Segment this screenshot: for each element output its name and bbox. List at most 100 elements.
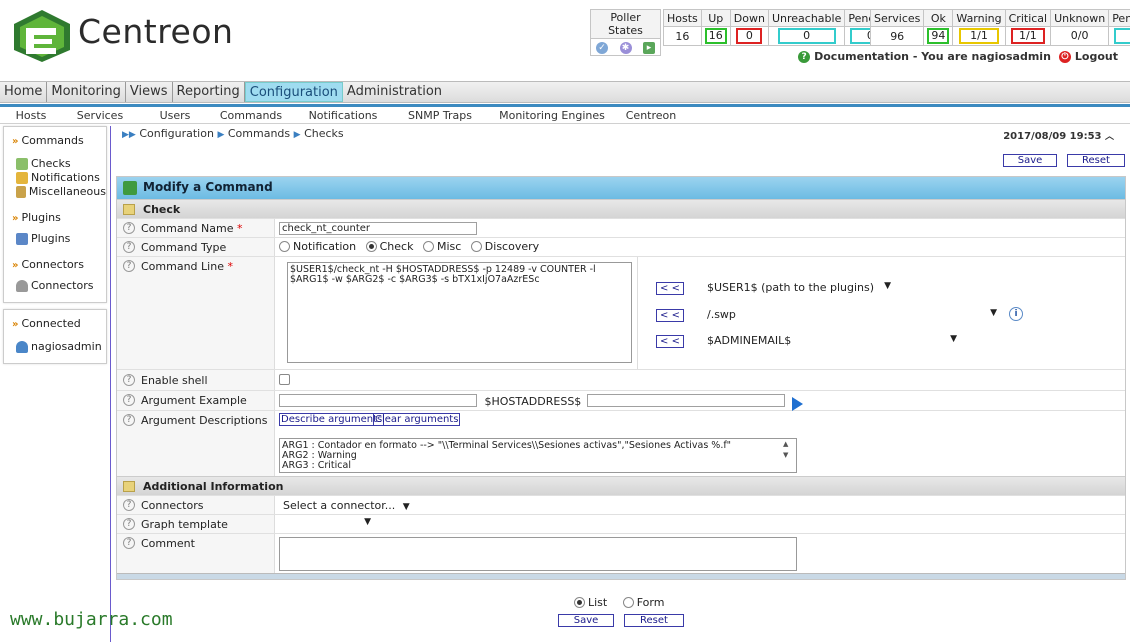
- menu-configuration[interactable]: Configuration: [244, 82, 343, 102]
- left-item-connectors[interactable]: Connectors: [4, 278, 106, 292]
- submenu-users[interactable]: Users: [144, 108, 206, 123]
- breadcrumb-configuration[interactable]: Configuration: [139, 127, 214, 140]
- help-icon[interactable]: ?: [123, 537, 135, 549]
- form-footer-bar: [117, 573, 1125, 579]
- graph-template-select[interactable]: ▼: [279, 517, 373, 531]
- user-line: ? Documentation - You are nagiosadmin ⏻ …: [798, 50, 1118, 63]
- reset-button-bottom[interactable]: Reset: [624, 614, 684, 627]
- critical-header[interactable]: Critical: [1004, 9, 1052, 27]
- help-icon[interactable]: ?: [123, 518, 135, 530]
- help-icon[interactable]: ?: [123, 414, 135, 426]
- reset-button-top[interactable]: Reset: [1067, 154, 1125, 167]
- help-icon[interactable]: ?: [123, 241, 135, 253]
- services-unknown[interactable]: 0/0: [1060, 28, 1100, 44]
- services-warning[interactable]: 1/1: [959, 28, 999, 44]
- command-name-input[interactable]: check_nt_counter: [279, 222, 477, 235]
- up-header[interactable]: Up: [700, 9, 731, 27]
- breadcrumb-checks[interactable]: Checks: [304, 127, 344, 140]
- left-item-miscellaneous[interactable]: Miscellaneous: [4, 184, 106, 198]
- play-icon[interactable]: [792, 397, 804, 411]
- ok-header[interactable]: Ok: [923, 9, 954, 27]
- menu-monitoring[interactable]: Monitoring: [47, 82, 126, 102]
- argument-descriptions-textarea[interactable]: ARG1 : Contador en formato --> "\\Termin…: [279, 438, 797, 473]
- command-form: Modify a Command Check ? Command Name * c…: [116, 176, 1126, 580]
- down-header[interactable]: Down: [729, 9, 769, 27]
- help-icon[interactable]: ?: [123, 222, 135, 234]
- radio-list[interactable]: [574, 597, 585, 608]
- poller-latency-icon[interactable]: ▸: [643, 42, 655, 54]
- menu-views[interactable]: Views: [126, 82, 173, 102]
- services-header[interactable]: Services: [869, 9, 925, 27]
- macro2-select[interactable]: /.swp ▼: [707, 308, 997, 321]
- radio-discovery[interactable]: [470, 241, 482, 252]
- radio-check[interactable]: [365, 241, 377, 252]
- enable-shell-label: Enable shell: [141, 374, 208, 387]
- breadcrumb-commands[interactable]: Commands: [228, 127, 290, 140]
- comment-textarea[interactable]: [279, 537, 797, 571]
- hosts-up[interactable]: 16: [704, 28, 727, 44]
- hostaddress-input[interactable]: [586, 394, 785, 407]
- help-icon[interactable]: ?: [123, 374, 135, 386]
- help-icon[interactable]: ?: [123, 394, 135, 406]
- describe-arguments-button[interactable]: Describe arguments: [279, 413, 385, 426]
- left-item-checks[interactable]: Checks: [4, 156, 106, 170]
- connected-user[interactable]: nagiosadmin: [4, 339, 106, 353]
- submenu-services[interactable]: Services: [56, 108, 144, 123]
- warning-header[interactable]: Warning: [952, 9, 1006, 27]
- unknown-header[interactable]: Unknown: [1050, 9, 1110, 27]
- row-connectors: ? Connectors Select a connector... ▼: [117, 495, 1125, 514]
- submenu-hosts[interactable]: Hosts: [6, 108, 56, 123]
- hosts-unreachable[interactable]: 0: [777, 28, 836, 44]
- poller-db-icon[interactable]: ✓: [596, 42, 608, 54]
- submenu-centreon[interactable]: Centreon: [614, 108, 688, 123]
- insert-macro3-button[interactable]: < <: [656, 335, 684, 348]
- clear-arguments-button[interactable]: Clear arguments: [373, 413, 461, 426]
- submenu-monitoring-engines[interactable]: Monitoring Engines: [490, 108, 614, 123]
- services-total[interactable]: 96: [887, 30, 907, 43]
- services-ok[interactable]: 94: [927, 28, 950, 44]
- enable-shell-checkbox[interactable]: [279, 374, 290, 385]
- scroll-up-icon[interactable]: ▲: [783, 440, 788, 448]
- menu-administration[interactable]: Administration: [343, 82, 446, 102]
- logout-link[interactable]: Logout: [1075, 50, 1118, 63]
- help-icon[interactable]: ?: [123, 260, 135, 272]
- insert-macro2-button[interactable]: < <: [656, 309, 684, 322]
- macro2-value: /.swp: [707, 308, 736, 321]
- left-item-plugins[interactable]: Plugins: [4, 231, 106, 245]
- menu-reporting[interactable]: Reporting: [173, 82, 245, 102]
- form-title: Modify a Command: [143, 180, 273, 194]
- connectors-select[interactable]: Select a connector... ▼: [283, 499, 410, 512]
- insert-macro1-button[interactable]: < <: [656, 282, 684, 295]
- help-icon[interactable]: ?: [123, 499, 135, 511]
- services-pending[interactable]: 0: [1114, 28, 1130, 44]
- hosts-header[interactable]: Hosts: [663, 9, 702, 27]
- save-button-top[interactable]: Save: [1003, 154, 1057, 167]
- hostaddress-label: $HOSTADDRESS$: [484, 395, 582, 408]
- centreon-logo-icon[interactable]: [12, 8, 72, 64]
- scroll-down-icon[interactable]: ▼: [783, 451, 788, 459]
- argument-example-input[interactable]: [279, 394, 477, 407]
- radio-notification[interactable]: [279, 241, 290, 252]
- poller-engine-icon[interactable]: ✱: [619, 42, 632, 54]
- hosts-down[interactable]: 0: [736, 28, 763, 44]
- menu-home[interactable]: Home: [0, 82, 48, 102]
- chevron-up-icon[interactable]: ︿: [1105, 132, 1114, 142]
- radio-form[interactable]: [622, 597, 634, 608]
- connectors-label: Connectors: [141, 499, 204, 512]
- submenu-commands[interactable]: Commands: [206, 108, 296, 123]
- documentation-link[interactable]: Documentation - You are nagiosadmin: [814, 50, 1051, 63]
- submenu-notifications[interactable]: Notifications: [296, 108, 390, 123]
- radio-misc[interactable]: [422, 241, 434, 252]
- left-item-notifications[interactable]: Notifications: [4, 170, 106, 184]
- svc-pending-header[interactable]: Pending: [1108, 9, 1130, 27]
- command-line-textarea[interactable]: $USER1$/check_nt -H $HOSTADDRESS$ -p 124…: [287, 262, 632, 363]
- hosts-total[interactable]: 16: [672, 30, 692, 43]
- services-critical[interactable]: 1/1: [1010, 28, 1045, 44]
- section-additional-icon: [123, 481, 135, 492]
- unreachable-header[interactable]: Unreachable: [767, 9, 846, 27]
- macro3-select[interactable]: $ADMINEMAIL$ ▼: [707, 334, 957, 347]
- macro1-select[interactable]: $USER1$ (path to the plugins) ▼: [707, 281, 891, 294]
- info-icon[interactable]: i: [1009, 307, 1023, 321]
- save-button-bottom[interactable]: Save: [558, 614, 614, 627]
- submenu-snmp-traps[interactable]: SNMP Traps: [390, 108, 490, 123]
